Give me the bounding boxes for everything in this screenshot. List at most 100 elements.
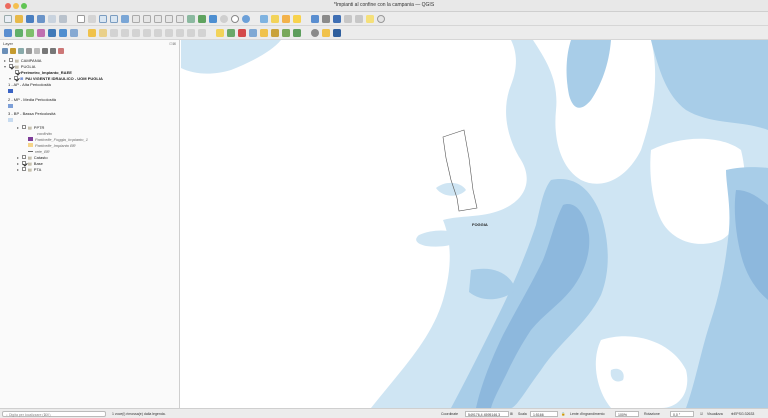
select-features-icon[interactable] (271, 14, 279, 23)
zoom-layer-icon[interactable] (143, 14, 151, 23)
refresh-icon[interactable] (220, 14, 228, 23)
remove-layer-icon[interactable] (58, 48, 64, 54)
layer-checkbox[interactable] (9, 64, 13, 68)
add-group-icon[interactable] (10, 48, 16, 54)
show-labels-icon[interactable] (238, 28, 246, 37)
layer-checkbox[interactable] (15, 70, 19, 74)
data-source-manager-icon[interactable] (4, 28, 12, 37)
measure-icon[interactable] (355, 14, 363, 23)
diagram-tool-icon[interactable] (282, 28, 290, 37)
group-icon: ▤ (28, 160, 32, 166)
new-map-view-icon[interactable] (187, 14, 195, 23)
group-icon: ▤ (28, 154, 32, 160)
temporal-controller-icon[interactable] (209, 14, 217, 23)
render-checkbox[interactable]: ☑ (700, 412, 703, 416)
magnifier-spinbox[interactable]: 100% (615, 410, 639, 417)
layer-checkbox[interactable] (22, 125, 26, 129)
zoom-native-icon[interactable] (154, 14, 162, 23)
layers-toolbar (0, 26, 768, 40)
move-label-icon[interactable] (249, 28, 257, 37)
reload-icon[interactable] (242, 14, 250, 23)
zoom-out-icon[interactable] (110, 14, 118, 23)
zoom-next-icon[interactable] (176, 14, 184, 23)
annotation-icon[interactable] (366, 14, 374, 23)
label-properties-icon[interactable] (293, 28, 301, 37)
polygon-style-icon (28, 137, 33, 141)
open-project-icon[interactable] (15, 14, 23, 23)
delete-selected-icon[interactable] (143, 28, 151, 37)
identify-features-icon[interactable] (260, 14, 268, 23)
add-wms-icon[interactable] (59, 28, 67, 37)
expand-all-icon[interactable] (42, 48, 48, 54)
layer-checkbox[interactable] (22, 161, 26, 165)
layer-item-pta[interactable]: ▸ ▤ PTA (17, 166, 41, 172)
lock-scale-icon[interactable]: 🔒 (561, 412, 565, 416)
toolbox-icon[interactable] (322, 14, 330, 23)
plugin-icon[interactable] (311, 28, 319, 37)
coordinate-field[interactable]: 549176,4 4595146,3 (465, 410, 509, 417)
layer-checkbox[interactable] (14, 76, 18, 80)
zoom-in-icon[interactable] (99, 14, 107, 23)
rotate-label-icon[interactable] (260, 28, 268, 37)
toggle-extents-icon[interactable]: ⊞ (510, 412, 513, 416)
vertex-tool-icon[interactable] (132, 28, 140, 37)
new-3d-view-icon[interactable] (198, 14, 206, 23)
open-attribute-table-icon[interactable] (311, 14, 319, 23)
collapse-all-icon[interactable] (50, 48, 56, 54)
crs-label: EPSG:32633 (733, 411, 755, 416)
toggle-editing-icon[interactable] (99, 28, 107, 37)
rotation-spinbox[interactable]: 0,0 ° (670, 410, 694, 417)
paste-features-icon[interactable] (176, 28, 184, 37)
undo-icon[interactable] (187, 28, 195, 37)
layout-manager-icon[interactable] (59, 14, 67, 23)
save-edits-icon[interactable] (110, 28, 118, 37)
manage-map-themes-icon[interactable] (18, 48, 24, 54)
search-icon[interactable] (377, 14, 385, 23)
python-console-icon[interactable] (333, 28, 341, 37)
processing-icon[interactable] (322, 28, 330, 37)
add-wfs-icon[interactable] (70, 28, 78, 37)
crs-button[interactable]: ⊕EPSG:32633 (731, 412, 754, 416)
pan-icon[interactable] (77, 14, 85, 23)
filter-expression-icon[interactable] (34, 48, 40, 54)
save-as-icon[interactable] (37, 14, 45, 23)
layer-checkbox[interactable] (9, 58, 13, 62)
legend-class-label: 2 - MP - Media Pericolosità (8, 96, 56, 102)
clock-icon[interactable] (231, 14, 239, 23)
select-value-icon[interactable] (293, 14, 301, 23)
change-label-icon[interactable] (271, 28, 279, 37)
add-postgis-icon[interactable] (48, 28, 56, 37)
map-canvas[interactable]: FOGGIA (181, 40, 768, 408)
city-label-foggia: FOGGIA (472, 222, 488, 227)
add-raster-layer-icon[interactable] (37, 28, 45, 37)
new-project-icon[interactable] (4, 14, 12, 23)
open-layer-styling-icon[interactable] (2, 48, 8, 54)
layer-checkbox[interactable] (22, 167, 26, 171)
print-layout-icon[interactable] (48, 14, 56, 23)
zoom-full-icon[interactable] (121, 14, 129, 23)
locator-search-input[interactable]: ⌕ Digita per localizzare (⌘K) (2, 410, 106, 417)
filter-legend-icon[interactable] (26, 48, 32, 54)
layers-panel-title: Layer (3, 41, 14, 46)
perimetro-impianto-outline[interactable] (442, 129, 478, 212)
save-project-icon[interactable] (26, 14, 34, 23)
layer-checkbox[interactable] (22, 155, 26, 159)
add-vector-layer-icon[interactable] (26, 28, 34, 37)
digitize-icon[interactable] (88, 28, 96, 37)
window-title: *Impianti al confine con la campania — Q… (333, 2, 435, 8)
pan-to-selection-icon[interactable] (88, 14, 96, 23)
add-feature-icon[interactable] (121, 28, 129, 37)
zoom-selection-icon[interactable] (132, 14, 140, 23)
cut-features-icon[interactable] (154, 28, 162, 37)
pin-labels-icon[interactable] (227, 28, 235, 37)
field-calculator-icon[interactable] (344, 14, 352, 23)
panel-dock-controls[interactable]: ⊡⊠ (169, 41, 176, 46)
label-tool-icon[interactable] (216, 28, 224, 37)
scale-combobox[interactable]: 1:5166 (530, 410, 558, 417)
copy-features-icon[interactable] (165, 28, 173, 37)
redo-icon[interactable] (198, 28, 206, 37)
deselect-icon[interactable] (282, 14, 290, 23)
zoom-last-icon[interactable] (165, 14, 173, 23)
statistics-icon[interactable] (333, 14, 341, 23)
new-geopackage-icon[interactable] (15, 28, 23, 37)
